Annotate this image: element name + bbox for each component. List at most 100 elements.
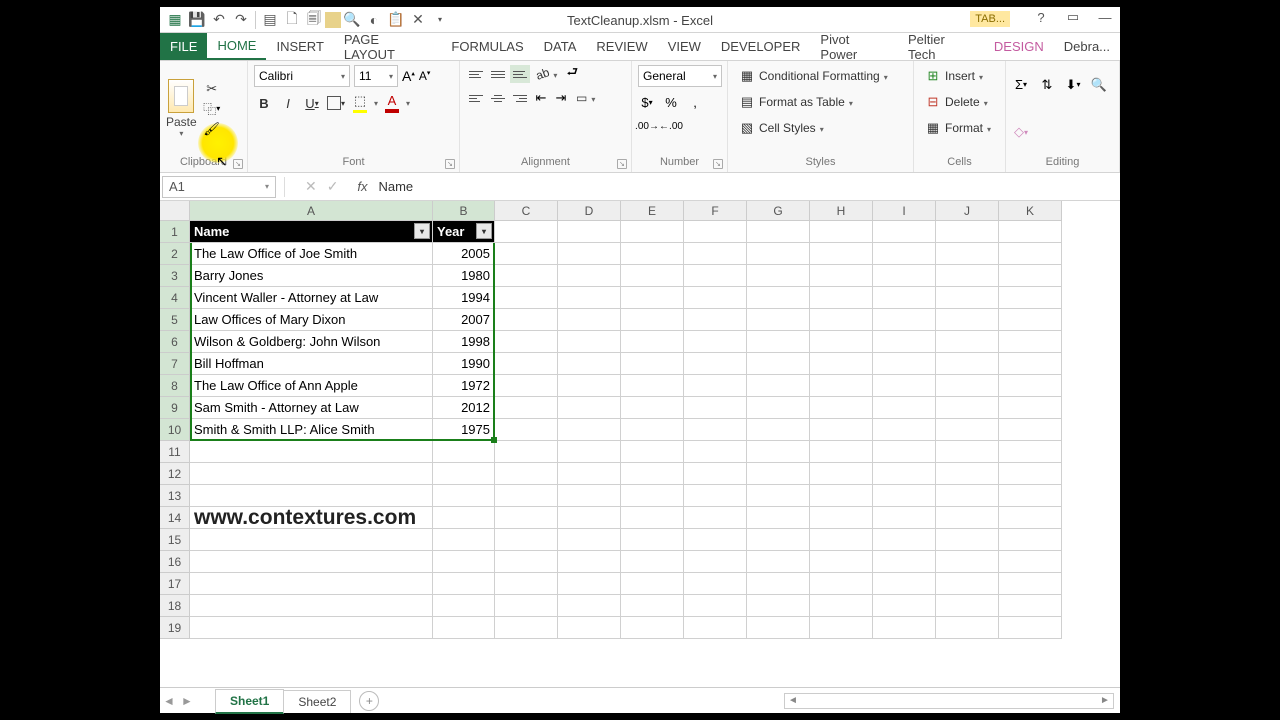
orientation-button[interactable]: ab xyxy=(532,65,561,83)
cell-empty[interactable] xyxy=(495,221,558,243)
cell-empty[interactable] xyxy=(810,595,873,617)
select-all-corner[interactable] xyxy=(160,201,190,221)
qat-icon-3[interactable]: 🗐 xyxy=(303,9,325,31)
tab-view[interactable]: VIEW xyxy=(658,33,711,60)
qat-icon-5[interactable]: 🔍 xyxy=(341,9,363,31)
cell-empty[interactable] xyxy=(936,441,999,463)
cell-empty[interactable] xyxy=(684,617,747,639)
cell-empty[interactable] xyxy=(621,221,684,243)
cell-empty[interactable] xyxy=(747,419,810,441)
tab-page-layout[interactable]: PAGE LAYOUT xyxy=(334,33,442,60)
row-header[interactable]: 8 xyxy=(160,375,190,397)
ribbon-options-icon[interactable]: ▭ xyxy=(1062,9,1084,25)
qat-icon-4[interactable] xyxy=(325,12,341,28)
currency-icon[interactable]: $▾ xyxy=(638,93,656,111)
decrease-indent-icon[interactable]: ⇤ xyxy=(532,89,550,107)
cell-empty[interactable] xyxy=(873,573,936,595)
cell-empty[interactable] xyxy=(558,419,621,441)
qat-icon-1[interactable]: ▤ xyxy=(259,9,281,31)
cell-empty[interactable] xyxy=(684,353,747,375)
col-header-k[interactable]: K xyxy=(999,201,1062,221)
row-header[interactable]: 19 xyxy=(160,617,190,639)
col-header-e[interactable]: E xyxy=(621,201,684,221)
align-middle-icon[interactable] xyxy=(488,65,508,83)
cell-year[interactable] xyxy=(433,595,495,617)
cell-empty[interactable] xyxy=(558,353,621,375)
find-icon[interactable]: 🔍 xyxy=(1090,76,1108,94)
increase-decimal-icon[interactable]: .00→ xyxy=(638,117,656,135)
filter-button[interactable]: ▾ xyxy=(476,223,492,239)
cell-empty[interactable] xyxy=(558,507,621,529)
cell-year[interactable]: 2005 xyxy=(433,243,495,265)
cell-empty[interactable] xyxy=(495,309,558,331)
cell-empty[interactable] xyxy=(936,287,999,309)
cell-empty[interactable] xyxy=(873,265,936,287)
cell-empty[interactable] xyxy=(621,287,684,309)
cell-year[interactable]: 2007 xyxy=(433,309,495,331)
cell-empty[interactable] xyxy=(747,441,810,463)
fill-color-button[interactable]: ⬚ xyxy=(350,93,370,113)
row-header[interactable]: 4 xyxy=(160,287,190,309)
cell-name[interactable]: www.contextures.com xyxy=(190,507,433,529)
cell-empty[interactable] xyxy=(684,265,747,287)
cell-empty[interactable] xyxy=(936,595,999,617)
align-center-icon[interactable] xyxy=(488,89,508,107)
cell-name[interactable] xyxy=(190,463,433,485)
cell-empty[interactable] xyxy=(684,243,747,265)
cell-empty[interactable] xyxy=(999,617,1062,639)
sort-filter-icon[interactable]: ⇅ xyxy=(1038,76,1056,94)
cell-empty[interactable] xyxy=(684,529,747,551)
cell-empty[interactable] xyxy=(495,331,558,353)
cancel-formula-icon[interactable]: ✕ xyxy=(305,178,317,195)
grow-font-icon[interactable]: A▴ xyxy=(402,68,415,84)
context-tab-label[interactable]: TAB... xyxy=(970,11,1010,27)
cell-year[interactable]: 1990 xyxy=(433,353,495,375)
cell-year[interactable] xyxy=(433,617,495,639)
tab-developer[interactable]: DEVELOPER xyxy=(711,33,810,60)
cell-empty[interactable] xyxy=(558,441,621,463)
cell-empty[interactable] xyxy=(936,309,999,331)
row-header[interactable]: 13 xyxy=(160,485,190,507)
sheet-nav-prev[interactable]: ◄ xyxy=(160,694,178,708)
cell-empty[interactable] xyxy=(810,551,873,573)
cell-empty[interactable] xyxy=(747,529,810,551)
cell-empty[interactable] xyxy=(873,617,936,639)
cell-empty[interactable] xyxy=(999,221,1062,243)
cut-icon[interactable]: ✂ xyxy=(203,80,221,98)
cell-year[interactable]: 1980 xyxy=(433,265,495,287)
cell-empty[interactable] xyxy=(684,397,747,419)
row-header[interactable]: 9 xyxy=(160,397,190,419)
col-header-j[interactable]: J xyxy=(936,201,999,221)
number-format-combo[interactable]: General▾ xyxy=(638,65,722,87)
cell-empty[interactable] xyxy=(810,463,873,485)
col-header-f[interactable]: F xyxy=(684,201,747,221)
row-header[interactable]: 1 xyxy=(160,221,190,243)
horizontal-scrollbar[interactable]: ◄► xyxy=(784,693,1114,709)
table-header-year[interactable]: Year▾ xyxy=(433,221,495,243)
cell-year[interactable]: 1998 xyxy=(433,331,495,353)
cell-empty[interactable] xyxy=(810,221,873,243)
format-painter-icon[interactable]: 🖌 xyxy=(203,120,221,138)
row-header[interactable]: 5 xyxy=(160,309,190,331)
cell-empty[interactable] xyxy=(558,397,621,419)
wrap-text-icon[interactable]: ⮐ xyxy=(563,65,581,83)
filter-button[interactable]: ▾ xyxy=(414,223,430,239)
cell-empty[interactable] xyxy=(873,375,936,397)
col-header-b[interactable]: B xyxy=(433,201,495,221)
cell-empty[interactable] xyxy=(936,617,999,639)
cell-empty[interactable] xyxy=(999,463,1062,485)
cell-year[interactable] xyxy=(433,529,495,551)
cell-empty[interactable] xyxy=(999,353,1062,375)
tab-data[interactable]: DATA xyxy=(534,33,587,60)
row-header[interactable]: 18 xyxy=(160,595,190,617)
cell-empty[interactable] xyxy=(999,287,1062,309)
number-launcher[interactable] xyxy=(713,159,723,169)
qat-close-icon[interactable]: ✕ xyxy=(407,9,429,31)
cell-empty[interactable] xyxy=(999,397,1062,419)
cell-empty[interactable] xyxy=(495,573,558,595)
cell-empty[interactable] xyxy=(999,507,1062,529)
cell-empty[interactable] xyxy=(810,331,873,353)
new-sheet-button[interactable]: + xyxy=(359,691,379,711)
cell-empty[interactable] xyxy=(558,617,621,639)
cell-name[interactable]: Wilson & Goldberg: John Wilson xyxy=(190,331,433,353)
